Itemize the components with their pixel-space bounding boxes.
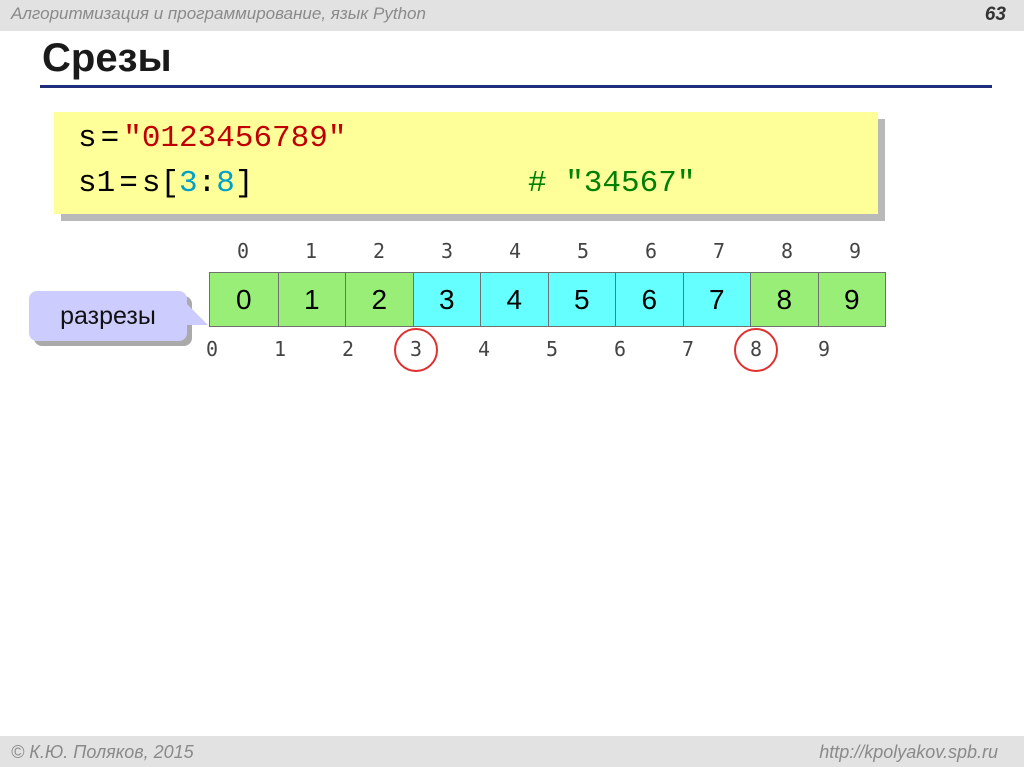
site-url-link[interactable]: http://kpolyakov.spb.ru	[819, 742, 998, 763]
callout-label: разрезы	[60, 302, 156, 330]
highlight-circle-icon	[394, 328, 438, 372]
code-open-bracket: [	[160, 166, 180, 201]
cell-index-label: 0	[236, 239, 250, 263]
string-cell: 9	[817, 273, 885, 326]
string-cell: 7	[682, 273, 750, 326]
callout-box: разрезы	[29, 291, 187, 341]
cell-index-label: 9	[848, 239, 862, 263]
string-cell: 1	[277, 273, 345, 326]
string-cell: 4	[480, 273, 548, 326]
cut-index-label: 0	[205, 337, 219, 361]
code-box: s = "0123456789" s1 = s[3:8] # "34567"	[54, 112, 878, 214]
cell-index-label: 4	[508, 239, 522, 263]
cell-index-label: 5	[576, 239, 590, 263]
copyright-text: © К.Ю. Поляков, 2015	[11, 742, 194, 762]
course-title: Алгоритмизация и программирование, язык …	[11, 4, 426, 23]
code-assign-op: =	[100, 121, 120, 156]
string-cell: 3	[412, 273, 480, 326]
code-slice-end: 8	[216, 166, 235, 201]
title-divider	[40, 85, 992, 88]
code-colon: :	[197, 166, 217, 201]
cell-index-label: 8	[780, 239, 794, 263]
cut-index-label: 2	[341, 337, 355, 361]
code-comment: # "34567"	[528, 166, 696, 201]
cut-index-label: 5	[545, 337, 559, 361]
cut-index-label: 6	[613, 337, 627, 361]
cut-index-label: 7	[681, 337, 695, 361]
code-line-2: s1 = s[3:8] # "34567"	[78, 166, 695, 201]
cell-index-label: 1	[304, 239, 318, 263]
code-string-literal: "0123456789"	[123, 121, 347, 156]
highlight-circle-icon	[734, 328, 778, 372]
cell-index-label: 3	[440, 239, 454, 263]
code-close-bracket: ]	[234, 166, 254, 201]
string-cell: 6	[615, 273, 683, 326]
string-cell: 0	[210, 273, 278, 326]
header-bar: Алгоритмизация и программирование, язык …	[0, 0, 1024, 31]
code-assign-op: =	[119, 166, 138, 201]
cell-index-label: 6	[644, 239, 658, 263]
string-cells: 0123456789	[209, 272, 886, 327]
footer-bar: © К.Ю. Поляков, 2015 http://kpolyakov.sp…	[0, 736, 1024, 767]
code-slice-start: 3	[179, 166, 198, 201]
cell-index-label: 2	[372, 239, 386, 263]
callout-pointer-icon	[186, 303, 208, 325]
string-cell: 5	[547, 273, 615, 326]
code-line-1: s = "0123456789"	[78, 121, 346, 156]
cut-index-label: 4	[477, 337, 491, 361]
cut-index-label: 1	[273, 337, 287, 361]
page-number: 63	[984, 4, 1006, 25]
cut-index-label: 9	[817, 337, 831, 361]
code-var-s: s	[78, 121, 97, 156]
string-cell: 8	[750, 273, 818, 326]
string-cell: 2	[345, 273, 413, 326]
slide-title: Срезы	[42, 36, 172, 80]
code-slice-target: s	[141, 166, 161, 201]
code-var-s1: s1	[78, 166, 116, 201]
cell-index-label: 7	[712, 239, 726, 263]
